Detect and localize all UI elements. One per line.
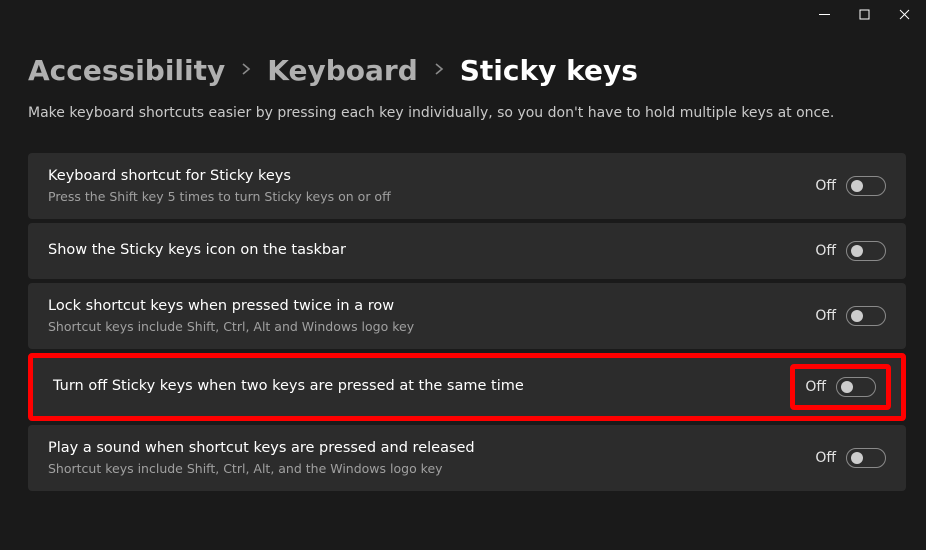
toggle-highlight: Off <box>790 364 891 410</box>
setting-text: Turn off Sticky keys when two keys are p… <box>53 377 800 397</box>
setting-title: Show the Sticky keys icon on the taskbar <box>48 241 815 261</box>
toggle-state-label: Off <box>805 379 826 395</box>
setting-title: Keyboard shortcut for Sticky keys <box>48 167 815 187</box>
setting-subtitle: Press the Shift key 5 times to turn Stic… <box>48 189 815 205</box>
toggle-switch[interactable] <box>846 241 886 261</box>
breadcrumb-accessibility[interactable]: Accessibility <box>28 54 225 87</box>
minimize-button[interactable] <box>816 6 832 22</box>
setting-text: Play a sound when shortcut keys are pres… <box>48 439 815 477</box>
setting-keyboard-shortcut: Keyboard shortcut for Sticky keys Press … <box>28 153 906 219</box>
toggle-group: Off <box>815 241 886 261</box>
toggle-group: Off <box>805 377 876 397</box>
toggle-switch[interactable] <box>836 377 876 397</box>
close-button[interactable] <box>896 6 912 22</box>
breadcrumb: Accessibility Keyboard Sticky keys <box>28 54 898 87</box>
toggle-switch[interactable] <box>846 176 886 196</box>
chevron-right-icon <box>434 60 444 81</box>
toggle-switch[interactable] <box>846 306 886 326</box>
setting-text: Show the Sticky keys icon on the taskbar <box>48 241 815 261</box>
setting-subtitle: Shortcut keys include Shift, Ctrl, Alt, … <box>48 461 815 477</box>
page-description: Make keyboard shortcuts easier by pressi… <box>28 105 898 121</box>
toggle-state-label: Off <box>815 243 836 259</box>
page-content: Accessibility Keyboard Sticky keys Make … <box>0 0 926 491</box>
setting-lock-shortcut: Lock shortcut keys when pressed twice in… <box>28 283 906 349</box>
toggle-state-label: Off <box>815 308 836 324</box>
setting-title: Turn off Sticky keys when two keys are p… <box>53 377 800 397</box>
setting-subtitle: Shortcut keys include Shift, Ctrl, Alt a… <box>48 319 815 335</box>
setting-turn-off-two-keys-highlight: Turn off Sticky keys when two keys are p… <box>28 353 906 421</box>
toggle-state-label: Off <box>815 450 836 466</box>
breadcrumb-current: Sticky keys <box>460 54 638 87</box>
toggle-group: Off <box>815 306 886 326</box>
toggle-group: Off <box>815 176 886 196</box>
maximize-button[interactable] <box>856 6 872 22</box>
setting-title: Lock shortcut keys when pressed twice in… <box>48 297 815 317</box>
setting-play-sound: Play a sound when shortcut keys are pres… <box>28 425 906 491</box>
toggle-group: Off <box>815 448 886 468</box>
setting-text: Lock shortcut keys when pressed twice in… <box>48 297 815 335</box>
setting-title: Play a sound when shortcut keys are pres… <box>48 439 815 459</box>
settings-list: Keyboard shortcut for Sticky keys Press … <box>28 153 906 491</box>
breadcrumb-keyboard[interactable]: Keyboard <box>267 54 417 87</box>
toggle-switch[interactable] <box>846 448 886 468</box>
chevron-right-icon <box>241 60 251 81</box>
setting-turn-off-two-keys: Turn off Sticky keys when two keys are p… <box>33 358 901 416</box>
setting-text: Keyboard shortcut for Sticky keys Press … <box>48 167 815 205</box>
window-titlebar <box>802 0 926 28</box>
setting-taskbar-icon: Show the Sticky keys icon on the taskbar… <box>28 223 906 279</box>
toggle-state-label: Off <box>815 178 836 194</box>
